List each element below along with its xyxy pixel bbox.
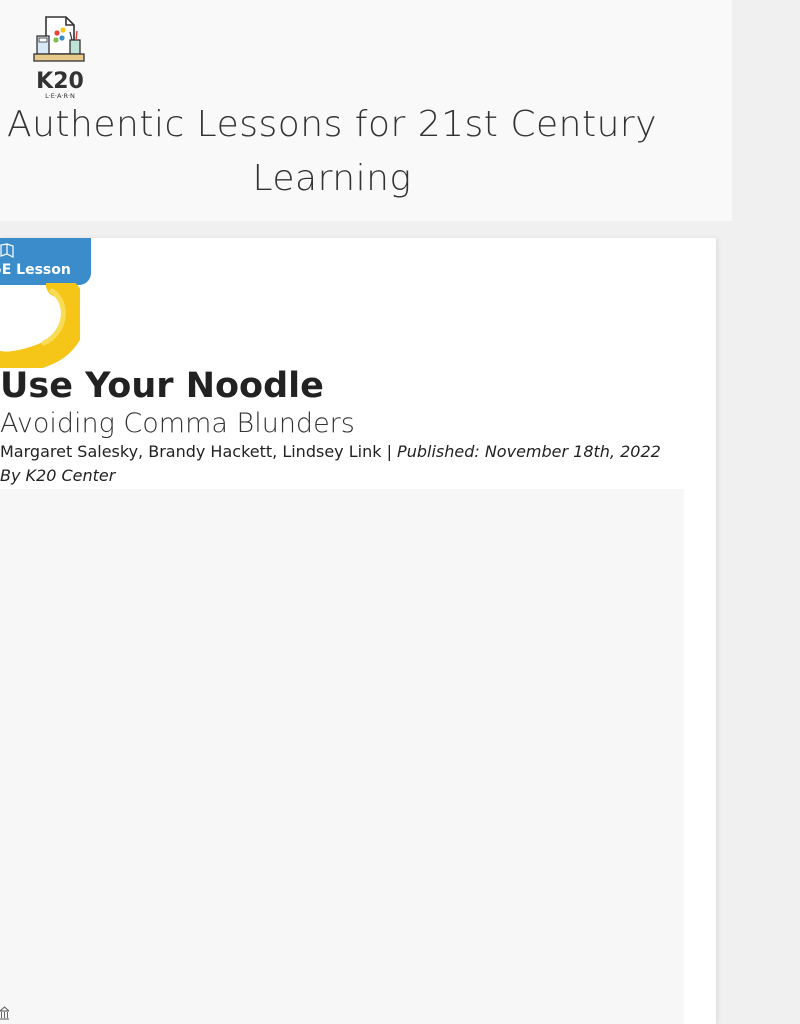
lesson-media-area xyxy=(0,489,684,1024)
lesson-authors: Margaret Salesky, Brandy Hackett, Lindse… xyxy=(0,442,382,461)
logo-wordmark: K20 xyxy=(36,69,84,94)
lesson-meta: Margaret Salesky, Brandy Hackett, Lindse… xyxy=(0,442,661,462)
lesson-title: Use Your Noodle xyxy=(0,366,324,406)
publisher-byline: By K20 Center xyxy=(0,466,116,485)
site-title: Authentic Lessons for 21st Century Learn… xyxy=(6,104,658,199)
museum-icon[interactable] xyxy=(0,1005,11,1020)
published-date: Published: November 18th, 2022 xyxy=(397,442,661,461)
open-book-icon xyxy=(0,242,16,258)
meta-separator: | xyxy=(381,442,398,461)
site-header: K20 L·E·A·R·N Authentic Lessons for 21st… xyxy=(0,0,732,221)
lesson-card: 5E Lesson Use Your Noodle Avoiding Comma… xyxy=(0,238,716,1024)
lesson-type-badge[interactable]: 5E Lesson xyxy=(0,238,91,285)
k20-learn-logo[interactable]: K20 L·E·A·R·N xyxy=(32,14,88,100)
badge-label: 5E Lesson xyxy=(0,262,71,278)
lesson-subtitle: Avoiding Comma Blunders xyxy=(0,408,355,439)
noodle-illustration xyxy=(0,273,88,376)
